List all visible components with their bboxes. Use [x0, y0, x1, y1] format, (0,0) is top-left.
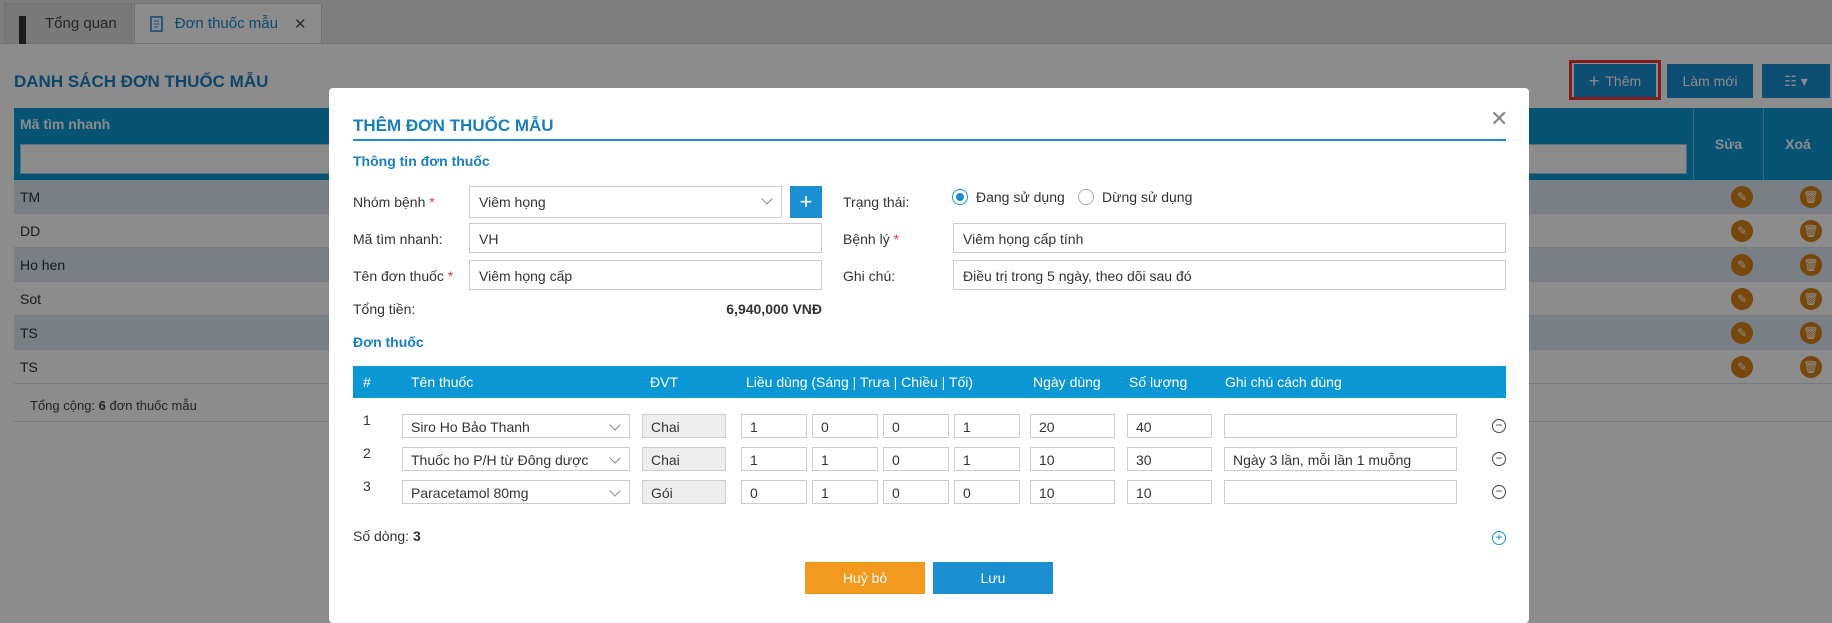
rx-row-index: 2	[363, 445, 371, 461]
ten-don-thuoc-label: Tên đơn thuốc *	[353, 268, 453, 284]
rx-note-input[interactable]	[1224, 480, 1457, 504]
rx-days-input[interactable]: 10	[1030, 447, 1115, 471]
rx-table-header: # Tên thuốc ĐVT Liều dùng (Sáng | Trưa |…	[353, 366, 1506, 398]
nhom-benh-label: Nhóm bệnh *	[353, 194, 435, 210]
rx-dose-afternoon[interactable]: 0	[883, 447, 949, 471]
title-divider	[353, 139, 1506, 141]
section-rx-title: Đơn thuốc	[353, 334, 424, 350]
rx-row-index: 3	[363, 478, 371, 494]
rx-dose-evening[interactable]: 1	[954, 447, 1020, 471]
rx-qty-input[interactable]: 40	[1127, 414, 1212, 438]
row-count-value: 3	[412, 528, 421, 544]
rx-col-unit: ĐVT	[650, 374, 678, 390]
rx-unit: Chai	[642, 447, 726, 471]
row-count-label: Số dòng:	[353, 528, 410, 544]
rx-col-index: #	[363, 374, 371, 390]
rx-dose-morning[interactable]: 0	[741, 480, 807, 504]
ma-tim-nhanh-label: Mã tìm nhanh:	[353, 231, 443, 247]
rx-unit: Gói	[642, 480, 726, 504]
chevron-down-icon	[609, 452, 621, 464]
select-value: Siro Ho Bảo Thanh	[411, 419, 530, 435]
ma-tim-nhanh-input[interactable]: VH	[469, 223, 822, 253]
rx-dose-morning[interactable]: 1	[741, 414, 807, 438]
rx-dose-noon[interactable]: 1	[812, 480, 878, 504]
rx-row-index: 1	[363, 412, 371, 428]
label-text: Bệnh lý	[843, 231, 890, 247]
benh-ly-label: Bệnh lý *	[843, 231, 899, 247]
plus-icon: +	[799, 189, 813, 214]
rx-drug-select[interactable]: Paracetamol 80mg	[402, 480, 630, 504]
chevron-down-icon	[761, 193, 773, 205]
chevron-down-icon	[609, 485, 621, 497]
rx-col-name: Tên thuốc	[411, 374, 474, 390]
required-mark: *	[425, 194, 435, 210]
rx-note-input[interactable]: Ngày 3 lần, mỗi lần 1 muỗng	[1224, 447, 1457, 471]
select-value: Viêm họng	[479, 194, 546, 210]
add-row-icon[interactable]: +	[1492, 531, 1506, 545]
modal-title: THÊM ĐƠN THUỐC MẪU	[353, 116, 554, 135]
remove-row-icon[interactable]: −	[1492, 419, 1506, 433]
rx-col-qty: Số lượng	[1129, 374, 1188, 390]
rx-dose-afternoon[interactable]: 0	[883, 480, 949, 504]
trang-thai-label: Trạng thái:	[843, 194, 910, 210]
rx-dose-noon[interactable]: 1	[812, 447, 878, 471]
ghi-chu-input[interactable]: Điều trị trong 5 ngày, theo dõi sau đó	[953, 260, 1506, 290]
section-info-title: Thông tin đơn thuốc	[353, 153, 490, 169]
required-mark: *	[443, 268, 454, 284]
ten-don-thuoc-input[interactable]: Viêm họng cấp	[469, 260, 822, 290]
remove-row-icon[interactable]: −	[1492, 452, 1506, 466]
add-prescription-modal: THÊM ĐƠN THUỐC MẪU ✕ Thông tin đơn thuốc…	[329, 88, 1529, 623]
rx-col-note: Ghi chú cách dùng	[1225, 374, 1342, 390]
status-active-radio[interactable]	[952, 189, 968, 205]
required-mark: *	[889, 231, 900, 247]
rx-dose-evening[interactable]: 0	[954, 480, 1020, 504]
save-button[interactable]: Lưu	[933, 562, 1053, 594]
tong-tien-label: Tổng tiền:	[353, 301, 416, 317]
close-icon[interactable]: ✕	[1490, 106, 1508, 132]
rx-days-input[interactable]: 20	[1030, 414, 1115, 438]
label-text: Tên đơn thuốc	[353, 268, 444, 284]
chevron-down-icon	[609, 419, 621, 431]
rx-col-days: Ngày dùng	[1033, 374, 1101, 390]
status-inactive-radio[interactable]	[1078, 189, 1094, 205]
rx-dose-evening[interactable]: 1	[954, 414, 1020, 438]
rx-drug-select[interactable]: Siro Ho Bảo Thanh	[402, 414, 630, 438]
rx-drug-select[interactable]: Thuốc ho P/H từ Đông dược	[402, 447, 630, 471]
status-inactive-label[interactable]: Dừng sử dụng	[1102, 189, 1192, 205]
cancel-button[interactable]: Huỷ bỏ	[805, 562, 925, 594]
remove-row-icon[interactable]: −	[1492, 485, 1506, 499]
nhom-benh-select[interactable]: Viêm họng	[469, 186, 782, 218]
rx-days-input[interactable]: 10	[1030, 480, 1115, 504]
select-value: Thuốc ho P/H từ Đông dược	[411, 452, 589, 468]
rx-unit: Chai	[642, 414, 726, 438]
ghi-chu-label: Ghi chú:	[843, 268, 896, 284]
label-text: Nhóm bệnh	[353, 194, 426, 210]
add-group-button[interactable]: +	[790, 186, 822, 218]
status-active-label[interactable]: Đang sử dụng	[976, 189, 1065, 205]
rx-dose-noon[interactable]: 0	[812, 414, 878, 438]
tong-tien-value: 6,940,000 VNĐ	[726, 301, 822, 317]
rx-col-dosage: Liều dùng (Sáng | Trưa | Chiều | Tối)	[746, 374, 974, 390]
benh-ly-input[interactable]: Viêm họng cấp tính	[953, 223, 1506, 253]
rx-dose-afternoon[interactable]: 0	[883, 414, 949, 438]
row-count: Số dòng: 3	[353, 528, 421, 544]
rx-dose-morning[interactable]: 1	[741, 447, 807, 471]
select-value: Paracetamol 80mg	[411, 485, 529, 501]
rx-qty-input[interactable]: 30	[1127, 447, 1212, 471]
rx-note-input[interactable]	[1224, 414, 1457, 438]
rx-qty-input[interactable]: 10	[1127, 480, 1212, 504]
